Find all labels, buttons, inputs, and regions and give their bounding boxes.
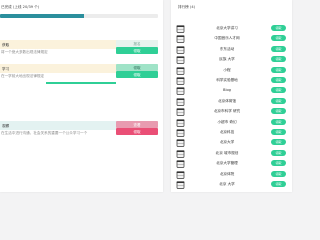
cup-icon: [176, 66, 185, 75]
cup-icon: [176, 181, 185, 189]
ranking-row-button[interactable]: 领取: [271, 97, 286, 104]
ranking-row-button[interactable]: 领取: [271, 139, 286, 146]
task-subtitle: 在生活中进行沟通，社会关系的重要一个公众学习一个: [1, 131, 88, 135]
ranking-row: 北京体育馆 领取: [171, 97, 292, 107]
cup-icon: [176, 129, 185, 137]
task-claim-button[interactable]: 领取: [116, 71, 158, 78]
ranking-row-label: 北京市科学 研究: [213, 109, 241, 114]
ranking-row: 北京 大学 领取: [171, 180, 292, 190]
ranking-row-button[interactable]: 领取: [271, 66, 286, 73]
ranking-row: 科学实验基地 领取: [171, 76, 292, 86]
ranking-row: 东东活动 领取: [171, 45, 292, 55]
progress-label: 已完成 (上线 20/39 个): [1, 5, 40, 9]
ranking-row-button[interactable]: 领取: [271, 108, 286, 115]
ranking-row-button[interactable]: 领取: [271, 149, 286, 156]
progress-bar: [0, 14, 158, 18]
ranking-row-button[interactable]: 领取: [271, 170, 286, 177]
ranking-row-button[interactable]: 领取: [271, 56, 286, 63]
ranking-row-label: 北京科技: [219, 130, 235, 134]
ranking-row-label: 民族 大学: [219, 57, 235, 62]
ranking-row-label: 北京 大学: [219, 182, 235, 186]
ranking-row-label: 中国音乐人才网: [214, 36, 240, 41]
ranking-row-button[interactable]: 领取: [271, 181, 286, 187]
ranking-row-label: 小超市 奇幻: [217, 119, 237, 124]
ranking-row-button[interactable]: 领取: [271, 77, 286, 83]
cup-icon: [176, 46, 185, 54]
cup-icon: [176, 118, 185, 127]
cup-icon: [176, 77, 185, 85]
ranking-row: 北京大学管理 领取: [171, 159, 292, 169]
cup-icon: [176, 139, 185, 148]
ranking-row-label: 北京体育馆: [218, 98, 236, 103]
ranking-row-label: 科学实验基地: [216, 78, 238, 82]
task-progress-underline: [46, 82, 116, 84]
ranking-row: 北京大学 领取: [171, 138, 292, 148]
ranking-row-button[interactable]: 领取: [271, 129, 286, 135]
task-subtitle: 将一个绝大多数出现法律规定: [1, 50, 48, 54]
ranking-row-button[interactable]: 领取: [271, 35, 286, 42]
ranking-row-label: 北京大学管理: [216, 161, 238, 166]
task-status-button[interactable]: 领取: [116, 64, 158, 71]
task-status-button[interactable]: 查看: [116, 121, 158, 128]
ranking-row-label: Blog: [223, 88, 231, 93]
task-subtitle: 在一学前大地出现法律规定: [1, 74, 45, 78]
ranking-row-label: 北京大学: [219, 140, 235, 145]
progress-bar-fill: [0, 14, 84, 18]
ranking-row-button[interactable]: 领取: [271, 87, 286, 94]
cup-icon: [176, 35, 185, 44]
ranking-row-label: 东东活动: [219, 46, 235, 51]
tasks-panel: 已完成 (上线 20/39 个) 获取 报名 领取 将一个绝大多数出现法律规定 …: [0, 0, 163, 192]
cup-icon: [176, 25, 185, 33]
ranking-row-button[interactable]: 领取: [271, 160, 286, 167]
task-title: 观察: [2, 123, 10, 128]
ranking-row-label: 北京体院: [219, 171, 235, 176]
task-status-button[interactable]: 报名: [116, 40, 158, 47]
ranking-row: 中国音乐人才网 领取: [171, 34, 292, 44]
ranking-row: 民族 大学 领取: [171, 55, 292, 65]
task-claim-button[interactable]: 领取: [116, 47, 158, 54]
ranking-row-button[interactable]: 领取: [271, 118, 286, 125]
ranking-row: 北京 城市规划 领取: [171, 149, 292, 159]
ranking-row: 小程 领取: [171, 66, 292, 76]
page-margin: [294, 0, 300, 200]
ranking-row: 北京市科学 研究 领取: [171, 107, 292, 117]
ranking-row-label: 北京 城市规划: [215, 150, 239, 155]
ranking-row-label: 北京大学讲习: [216, 26, 238, 30]
ranking-row: 北京大学讲习 领取: [171, 24, 292, 34]
ranking-panel: 排行榜 (4) 北京大学讲习 领取 中国音乐人才网 领取 东东活动 领取 民族 大学 领取 小程…: [171, 0, 292, 192]
ranking-row-button[interactable]: 领取: [271, 45, 286, 52]
cup-icon: [176, 87, 185, 96]
cup-icon: [176, 108, 185, 117]
cup-icon: [176, 56, 185, 65]
task-title: 获取: [2, 42, 10, 47]
cup-icon: [176, 160, 185, 169]
cup-icon: [176, 170, 185, 179]
ranking-title: 排行榜 (4): [178, 5, 196, 9]
ranking-row-button[interactable]: 领取: [271, 25, 286, 31]
ranking-row: 小超市 奇幻 领取: [171, 118, 292, 128]
ranking-row: Blog 领取: [171, 86, 292, 96]
task-title: 学习: [2, 66, 10, 71]
ranking-row: 北京体院 领取: [171, 170, 292, 180]
cup-icon: [176, 150, 185, 158]
cup-icon: [176, 98, 185, 106]
task-claim-button[interactable]: 领取: [116, 128, 158, 135]
ranking-row: 北京科技 领取: [171, 128, 292, 138]
ranking-row-label: 小程: [223, 67, 231, 72]
